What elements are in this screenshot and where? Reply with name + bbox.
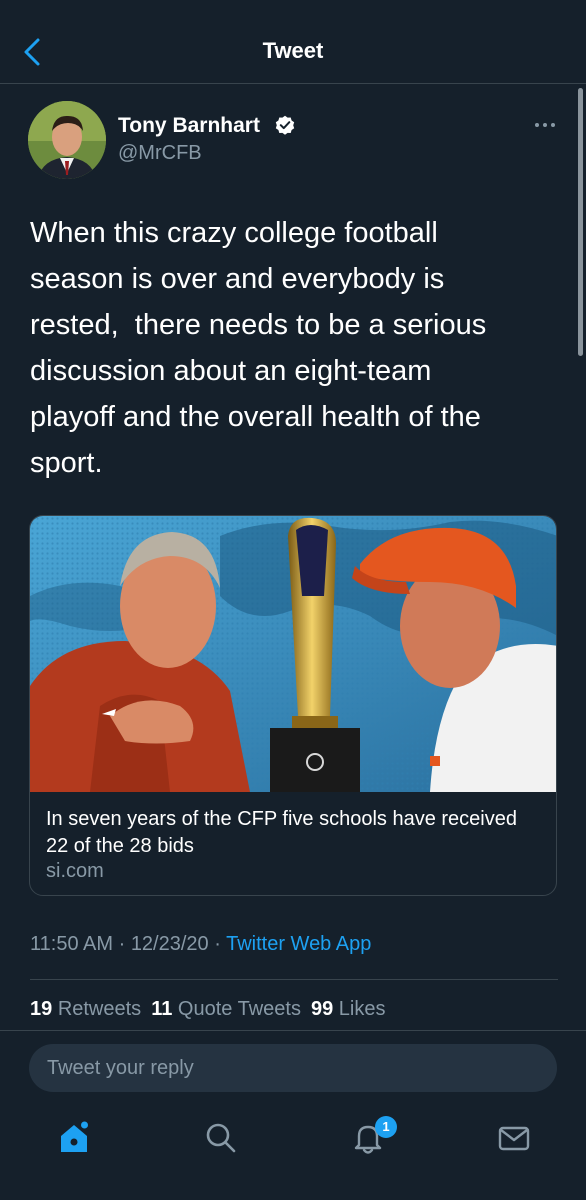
scrollbar[interactable]: [578, 88, 583, 356]
likes-count: 99: [310, 998, 334, 1020]
engagement-stats: 19 Retweets 11 Quote Tweets 99 Likes: [30, 998, 385, 1021]
search-icon[interactable]: [203, 1120, 239, 1156]
likes-label: Likes: [338, 998, 386, 1020]
quote-tweets-count: 11: [151, 998, 173, 1020]
likes-link[interactable]: 99 Likes: [311, 998, 386, 1020]
top-bar: Tweet: [0, 0, 586, 84]
tweet-metadata: 11:50 AM · 12/23/20 · Twitter Web App: [30, 933, 371, 956]
quote-tweets-label: Quote Tweets: [177, 998, 301, 1020]
link-card[interactable]: In seven years of the CFP five schools h…: [29, 515, 557, 896]
tweet-date: 12/23/20: [130, 933, 209, 955]
tweet-time: 11:50 AM: [30, 933, 114, 955]
reply-input[interactable]: Tweet your reply: [29, 1044, 557, 1092]
author-handle[interactable]: @MrCFB: [118, 142, 202, 165]
meta-separator: ·: [113, 933, 131, 955]
page-title: Tweet: [262, 38, 324, 63]
card-image: [30, 516, 556, 792]
more-options-icon[interactable]: [533, 115, 557, 135]
retweets-label: Retweets: [57, 998, 142, 1020]
meta-separator: ·: [208, 933, 227, 955]
home-icon[interactable]: [56, 1120, 92, 1156]
source-app-link[interactable]: Twitter Web App: [226, 933, 371, 955]
card-title: In seven years of the CFP five schools h…: [46, 808, 517, 857]
divider: [0, 1030, 586, 1031]
notification-badge: 1: [375, 1116, 397, 1138]
retweets-link[interactable]: 19 Retweets: [30, 998, 141, 1020]
tweet-text: When this crazy college football season …: [30, 217, 487, 479]
avatar[interactable]: [28, 101, 106, 179]
messages-mail-icon[interactable]: [496, 1120, 532, 1156]
retweets-count: 19: [30, 998, 53, 1020]
verified-badge-icon: [275, 115, 295, 135]
quote-tweets-link[interactable]: 11 Quote Tweets: [151, 998, 301, 1020]
divider: [30, 979, 558, 980]
card-domain: si.com: [46, 860, 104, 882]
author-name[interactable]: Tony Barnhart: [118, 114, 260, 138]
